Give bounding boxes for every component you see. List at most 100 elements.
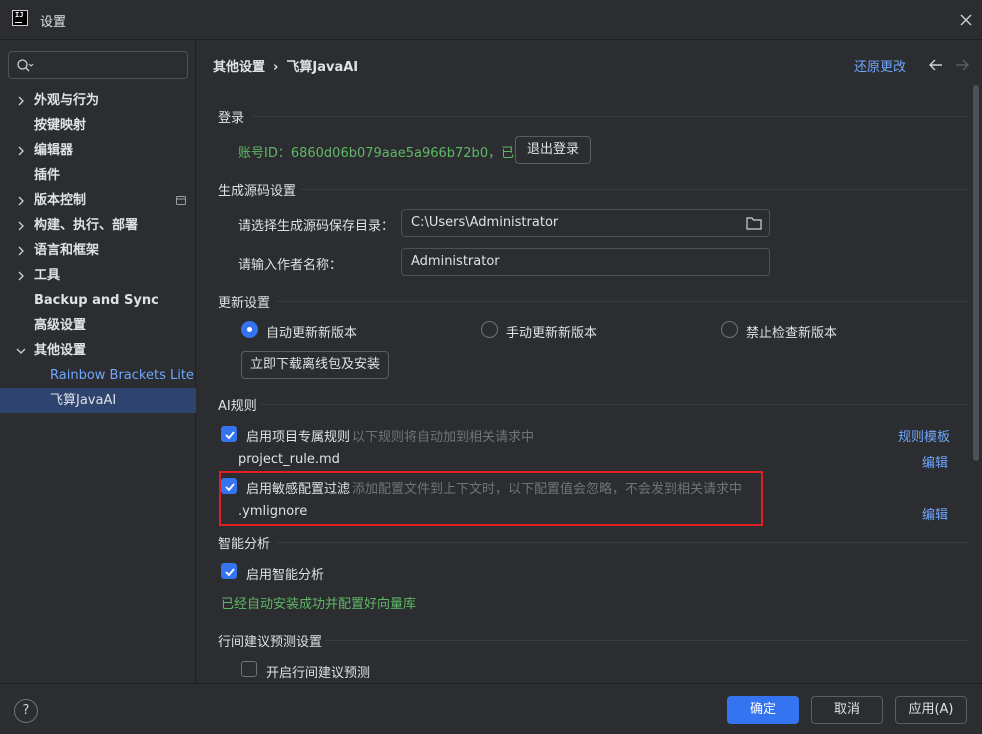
- breadcrumb-item: 飞算JavaAI: [286, 60, 359, 75]
- rule-template-link[interactable]: 规则模板: [898, 426, 950, 445]
- settings-content: 其他设置 › 飞算JavaAI 还原更改 登录 账号ID：6860d06b079aa…: [197, 41, 982, 683]
- arrow-right-icon[interactable]: [955, 59, 969, 71]
- sidebar-item-label: 构建、执行、部署: [34, 218, 139, 233]
- section-divider: [277, 542, 968, 543]
- sidebar-item-other-settings[interactable]: 其他设置: [0, 338, 196, 363]
- download-offline-button[interactable]: 立即下载离线包及安装: [241, 351, 389, 379]
- checkmark-icon: [225, 483, 235, 492]
- title-bar: IJ 设置: [0, 0, 982, 40]
- chevron-down-icon: [16, 348, 26, 354]
- section-title-login: 登录: [218, 111, 245, 126]
- checkmark-icon: [225, 568, 235, 577]
- logout-button[interactable]: 退出登录: [515, 136, 591, 164]
- sidebar-item-tools[interactable]: 工具: [0, 263, 196, 288]
- sidebar-item-appearance[interactable]: 外观与行为: [0, 88, 196, 113]
- chevron-right-icon: [18, 271, 24, 281]
- section-divider: [325, 640, 968, 641]
- search-input[interactable]: [8, 51, 188, 79]
- sidebar-item-label: 飞算JavaAI: [50, 393, 117, 408]
- vertical-scrollbar[interactable]: [973, 85, 979, 461]
- arrow-left-icon[interactable]: [929, 59, 943, 71]
- breadcrumb-separator: ›: [273, 60, 279, 75]
- folder-icon[interactable]: [746, 216, 762, 230]
- section-divider: [277, 301, 968, 302]
- search-icon: [17, 59, 34, 72]
- sidebar-item-plugins[interactable]: 插件: [0, 163, 196, 188]
- sensitive-filter-hint: 添加配置文件到上下文时，以下配置值会忽略，不会发到相关请求中: [352, 482, 743, 497]
- breadcrumb-item[interactable]: 其他设置: [213, 60, 265, 75]
- sidebar-item-label: 插件: [34, 168, 61, 183]
- close-button[interactable]: [956, 10, 976, 30]
- sidebar-item-label: 版本控制: [34, 193, 87, 208]
- checkbox-smart-analysis[interactable]: [221, 563, 237, 579]
- revert-changes-link[interactable]: 还原更改: [854, 56, 906, 75]
- source-dir-field[interactable]: C:\Users\Administrator: [401, 209, 770, 237]
- section-title-inline: 行间建议预测设置: [218, 635, 323, 650]
- sidebar-item-build[interactable]: 构建、执行、部署: [0, 213, 196, 238]
- sidebar-item-label: Rainbow Brackets Lite: [50, 368, 194, 383]
- section-divider: [253, 116, 968, 117]
- checkbox-inline-suggestion[interactable]: [241, 661, 257, 677]
- sidebar-item-editor[interactable]: 编辑器: [0, 138, 196, 163]
- source-dir-value: C:\Users\Administrator: [411, 215, 559, 230]
- dialog-footer: ? 确定 取消 应用(A): [0, 683, 982, 734]
- author-label: 请输入作者名称：: [238, 258, 343, 273]
- ok-button[interactable]: 确定: [727, 696, 799, 724]
- checkbox-sensitive-filter[interactable]: [221, 478, 237, 494]
- breadcrumb: 其他设置 › 飞算JavaAI: [213, 56, 358, 75]
- chevron-right-icon: [18, 246, 24, 256]
- ymlignore-file: .ymlignore: [238, 504, 308, 519]
- sidebar-item-label: 工具: [34, 268, 61, 283]
- radio-manual-update-label[interactable]: 手动更新新版本: [506, 322, 597, 341]
- sidebar-item-vcs[interactable]: 版本控制: [0, 188, 196, 213]
- section-divider: [261, 404, 968, 405]
- checkmark-icon: [225, 431, 235, 440]
- chevron-right-icon: [18, 221, 24, 231]
- sidebar-item-label: 外观与行为: [34, 93, 100, 108]
- project-rule-file: project_rule.md: [238, 452, 340, 467]
- sidebar-item-label: 按键映射: [34, 118, 87, 133]
- sidebar-item-advanced[interactable]: 高级设置: [0, 313, 196, 338]
- sensitive-filter-label[interactable]: 启用敏感配置过滤: [246, 478, 350, 497]
- window-title: 设置: [40, 15, 67, 30]
- author-field[interactable]: Administrator: [401, 248, 770, 276]
- project-rule-hint: 以下规则将自动加到相关请求中: [352, 430, 535, 445]
- checkbox-project-rule[interactable]: [221, 426, 237, 442]
- sidebar-item-rainbow-brackets[interactable]: Rainbow Brackets Lite: [0, 363, 196, 388]
- inline-suggestion-label[interactable]: 开启行间建议预测: [266, 662, 370, 681]
- sidebar-item-label: 其他设置: [34, 343, 87, 358]
- sidebar-item-label: 编辑器: [34, 143, 74, 158]
- settings-tree: 外观与行为 按键映射 编辑器 插件 版本控制 构建、执行、部署 语言和框架 工具: [0, 88, 196, 413]
- sidebar-item-label: 高级设置: [34, 318, 87, 333]
- radio-disable-update[interactable]: [721, 321, 738, 338]
- chevron-right-icon: [18, 146, 24, 156]
- chevron-right-icon: [18, 96, 24, 106]
- chevron-right-icon: [18, 196, 24, 206]
- edit-project-rule-link[interactable]: 编辑: [922, 452, 948, 471]
- edit-ymlignore-link[interactable]: 编辑: [922, 504, 948, 523]
- radio-auto-update[interactable]: [241, 321, 258, 338]
- radio-auto-update-label[interactable]: 自动更新新版本: [266, 322, 357, 341]
- sidebar-item-languages[interactable]: 语言和框架: [0, 238, 196, 263]
- smart-analysis-label[interactable]: 启用智能分析: [246, 564, 324, 583]
- cancel-button[interactable]: 取消: [811, 696, 883, 724]
- account-status: 账号ID：6860d06b079aae5a966b72b0，已登录: [238, 146, 541, 161]
- section-title-ai-rules: AI规则: [218, 399, 257, 414]
- section-title-smart: 智能分析: [218, 537, 271, 552]
- help-button[interactable]: ?: [14, 699, 38, 723]
- sidebar-item-label: Backup and Sync: [34, 293, 159, 308]
- project-rule-label[interactable]: 启用项目专属规则: [246, 426, 350, 445]
- sidebar-item-backup-sync[interactable]: Backup and Sync: [0, 288, 196, 313]
- author-value: Administrator: [411, 254, 500, 269]
- close-icon: [960, 14, 972, 26]
- radio-manual-update[interactable]: [481, 321, 498, 338]
- sidebar-item-feisuan-javaai[interactable]: 飞算JavaAI: [0, 388, 196, 413]
- sidebar-item-label: 语言和框架: [34, 243, 100, 258]
- section-divider: [301, 189, 968, 190]
- section-title-update: 更新设置: [218, 296, 271, 311]
- radio-disable-update-label[interactable]: 禁止检查新版本: [746, 322, 837, 341]
- apply-button[interactable]: 应用(A): [895, 696, 967, 724]
- smart-analysis-status: 已经自动安装成功并配置好向量库: [221, 597, 417, 612]
- sidebar-item-keymap[interactable]: 按键映射: [0, 113, 196, 138]
- sidebar: 外观与行为 按键映射 编辑器 插件 版本控制 构建、执行、部署 语言和框架 工具: [0, 41, 196, 683]
